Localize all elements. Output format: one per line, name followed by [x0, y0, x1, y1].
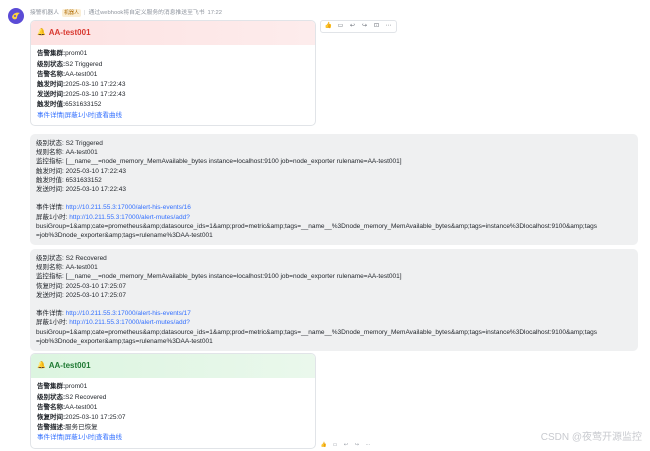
message-line: 规则名称: AA-test001	[36, 149, 98, 157]
field-row: 告警集群: prom01	[37, 382, 309, 392]
field-row: 告警集群: prom01	[37, 49, 309, 59]
thumbs-up-icon[interactable]: 👍	[323, 22, 334, 31]
detail-label: 事件详情:	[36, 310, 66, 318]
card-action-links[interactable]: 事件详情|屏蔽1小时|查看曲线	[37, 433, 309, 443]
mute-label: 屏蔽1小时:	[36, 319, 70, 327]
field-row: 触发时值: 6531633152	[37, 100, 309, 110]
mute-line: 屏蔽1小时: http://10.211.55.3:17000/alert-mu…	[36, 213, 632, 222]
header-separator: |	[84, 10, 86, 16]
field-value: AA-test001	[65, 70, 98, 78]
share-icon[interactable]: ⊡	[371, 22, 382, 31]
detail-line: 事件详情: http://10.211.55.3:17000/alert-his…	[36, 203, 632, 212]
message-toolbar: 👍 ▭ ↩ ↪ ⊡ ⋯	[320, 20, 397, 33]
field-label: 触发时值:	[37, 101, 66, 109]
bot-name[interactable]: 接警机器人	[30, 9, 59, 17]
reply-icon[interactable]: ↩	[342, 442, 350, 450]
field-value: 6531633152	[65, 101, 102, 109]
card-header: 🔔 AA-test001	[31, 21, 315, 45]
message-line: 恢复时间: 2025-03-10 17:25:07	[36, 282, 126, 290]
message-line: 规则名称: AA-test001	[36, 264, 98, 272]
mute-link-cont[interactable]: busiGroup=1&amp;cate=prometheus&amp;data…	[36, 222, 632, 231]
field-value: 服务已恢复	[65, 424, 98, 432]
message-time: 17:22	[207, 10, 223, 16]
message-line: 级别状态: S2 Triggered	[36, 140, 103, 147]
reaction-bar: 👍 ▭ ↩ ↪ ⋯	[320, 442, 372, 450]
field-label: 发送时间:	[37, 91, 66, 99]
comment-icon[interactable]: ▭	[331, 442, 339, 450]
field-row: 触发时间: 2025-03-10 17:22:43	[37, 80, 309, 90]
field-value: AA-test001	[65, 403, 98, 411]
message-line: 发送时间: 2025-03-10 17:25:07	[36, 291, 126, 299]
mute-link-cont[interactable]: =job%3Dnode_exporter&amp;tags=rulename%3…	[36, 231, 632, 240]
field-label: 告警名称:	[37, 70, 66, 78]
card-body: 告警集群: prom01 级别状态: S2 Triggered 告警名称: AA-t…	[31, 45, 315, 125]
field-label: 告警名称:	[37, 403, 66, 411]
field-row: 告警名称: AA-test001	[37, 402, 309, 412]
field-value: S2 Recovered	[65, 393, 107, 401]
bot-badge: 机器人	[62, 9, 82, 18]
detail-line: 事件详情: http://10.211.55.3:17000/alert-his…	[36, 309, 632, 318]
message-line: 监控指标: [__name__=node_memory_MemAvailable…	[36, 273, 402, 281]
bot-description: 通过webhook将自定义服务的消息推送至飞书	[88, 10, 205, 16]
field-label: 告警集群:	[37, 50, 66, 58]
field-value: prom01	[65, 50, 88, 58]
detail-link[interactable]: http://10.211.55.3:17000/alert-his-event…	[66, 204, 191, 211]
message-line: 发送时间: 2025-03-10 17:22:43	[36, 185, 126, 193]
alert-message-recovered: 级别状态: S2 Recovered 规则名称: AA-test001 监控指标: …	[30, 249, 638, 351]
thumbs-up-icon[interactable]: 👍	[320, 442, 328, 450]
reply-icon[interactable]: ↩	[347, 22, 358, 31]
mute-link[interactable]: http://10.211.55.3:17000/alert-mutes/add…	[69, 319, 190, 326]
card-action-links[interactable]: 事件详情|屏蔽1小时|查看曲线	[37, 110, 309, 120]
mute-label: 屏蔽1小时:	[36, 213, 70, 221]
forward-icon[interactable]: ↪	[353, 442, 361, 450]
message-line: 级别状态: S2 Recovered	[36, 255, 107, 262]
message-line: 触发时间: 2025-03-10 17:22:43	[36, 167, 126, 175]
message-header: 接警机器人 机器人 | 通过webhook将自定义服务的消息推送至飞书 17:2…	[30, 9, 223, 18]
field-row: 级别状态: S2 Triggered	[37, 59, 309, 69]
card-title: AA-test001	[48, 28, 91, 38]
field-row: 级别状态: S2 Recovered	[37, 392, 309, 402]
mute-link-cont[interactable]: busiGroup=1&amp;cate=prometheus&amp;data…	[36, 328, 632, 337]
field-label: 告警集群:	[37, 383, 66, 391]
forward-icon[interactable]: ↪	[359, 22, 370, 31]
alert-message-triggered: 级别状态: S2 Triggered 规则名称: AA-test001 监控指标: …	[30, 134, 638, 246]
field-label: 触发时间:	[37, 80, 66, 88]
field-row: 恢复时间: 2025-03-10 17:25:07	[37, 413, 309, 423]
comment-icon[interactable]: ▭	[335, 22, 346, 31]
field-label: 恢复时间:	[37, 413, 66, 421]
card-header: 🔔 AA-test001	[31, 354, 315, 378]
bird-logo-icon	[12, 12, 20, 20]
field-row: 告警描述: 服务已恢复	[37, 423, 309, 433]
alert-card-triggered: 🔔 AA-test001 告警集群: prom01 级别状态: S2 Trigge…	[30, 20, 316, 127]
field-value: 2025-03-10 17:22:43	[65, 91, 126, 99]
field-label: 级别状态:	[37, 393, 66, 401]
alert-card-recovered: 🔔 AA-test001 告警集群: prom01 级别状态: S2 Recove…	[30, 353, 316, 450]
detail-label: 事件详情:	[36, 204, 66, 212]
field-row: 告警名称: AA-test001	[37, 69, 309, 79]
field-row: 发送时间: 2025-03-10 17:22:43	[37, 90, 309, 100]
field-value: S2 Triggered	[65, 60, 103, 68]
field-value: 2025-03-10 17:22:43	[65, 80, 126, 88]
bell-icon: 🔔	[37, 28, 46, 36]
more-icon[interactable]: ⋯	[383, 22, 394, 31]
mute-link[interactable]: http://10.211.55.3:17000/alert-mutes/add…	[69, 214, 190, 221]
bot-avatar[interactable]	[8, 8, 24, 24]
mute-line: 屏蔽1小时: http://10.211.55.3:17000/alert-mu…	[36, 318, 632, 327]
card-title: AA-test001	[48, 361, 91, 371]
mute-link-cont[interactable]: =job%3Dnode_exporter&amp;tags=rulename%3…	[36, 337, 632, 346]
field-label: 告警描述:	[37, 424, 66, 432]
detail-link[interactable]: http://10.211.55.3:17000/alert-his-event…	[66, 310, 191, 317]
field-label: 级别状态:	[37, 60, 66, 68]
message-line: 触发时值: 6531633152	[36, 176, 102, 184]
field-value: 2025-03-10 17:25:07	[65, 413, 126, 421]
message-line: 监控指标: [__name__=node_memory_MemAvailable…	[36, 158, 402, 166]
card-body: 告警集群: prom01 级别状态: S2 Recovered 告警名称: AA-t…	[31, 378, 315, 448]
watermark: CSDN @夜莺开源监控	[540, 431, 642, 443]
more-icon[interactable]: ⋯	[364, 442, 372, 450]
field-value: prom01	[65, 383, 88, 391]
bell-icon: 🔔	[37, 361, 46, 369]
